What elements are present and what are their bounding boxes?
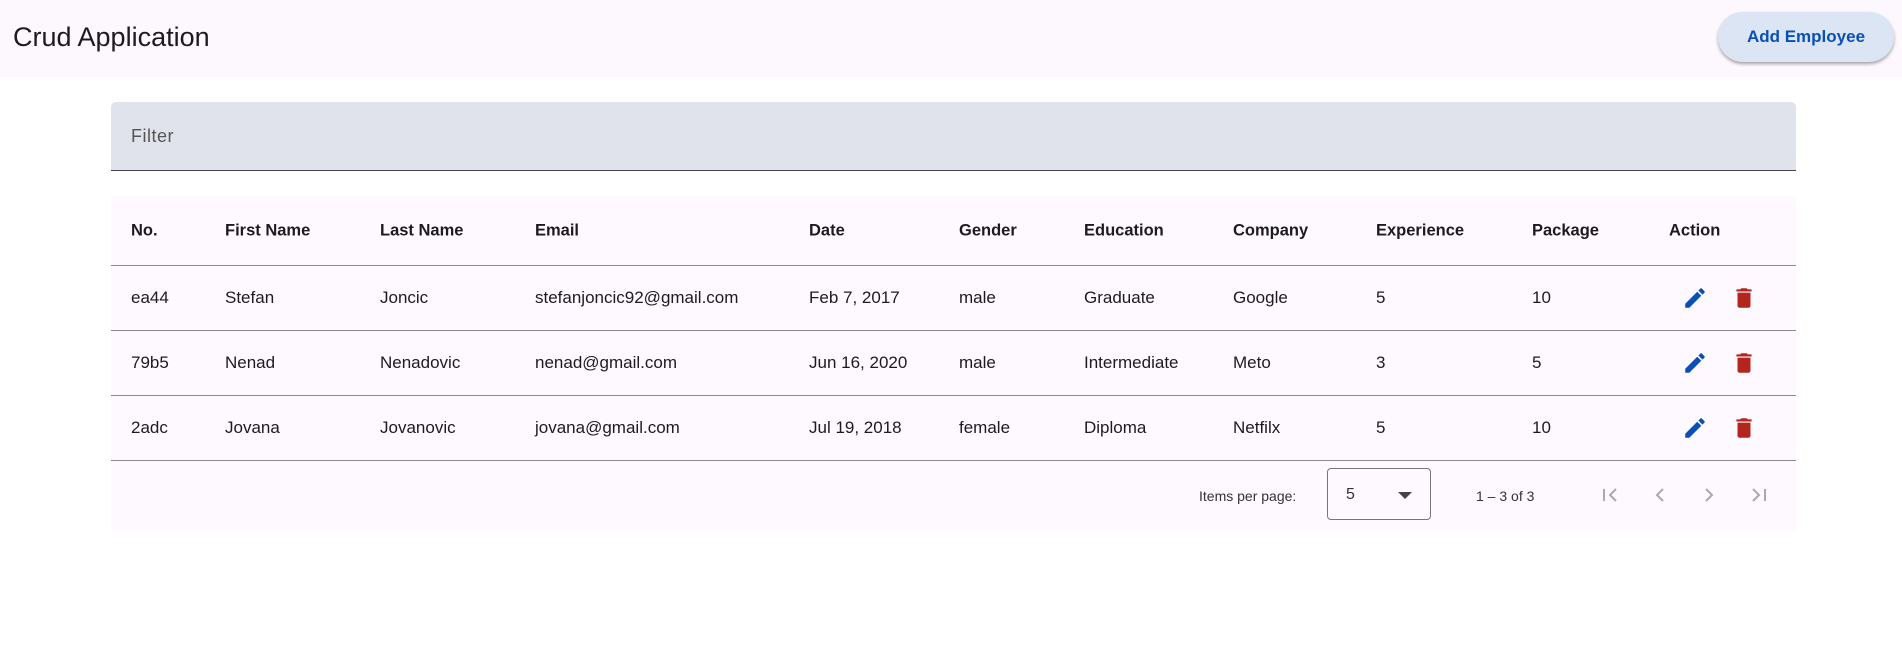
table-cell: male bbox=[959, 353, 996, 372]
table-cell: Jun 16, 2020 bbox=[809, 353, 908, 372]
column-header[interactable]: Education bbox=[1084, 221, 1164, 240]
table-cell: Google bbox=[1233, 288, 1288, 307]
table-cell: 10 bbox=[1532, 288, 1551, 307]
table-cell: 5 bbox=[1376, 288, 1386, 307]
column-header[interactable]: Last Name bbox=[380, 221, 463, 240]
table-cell: 3 bbox=[1376, 353, 1386, 372]
employee-table: Items per page: 5 1 – 3 of 3 No. First Na… bbox=[111, 196, 1796, 531]
table-cell: Nenad bbox=[225, 353, 276, 372]
table-cell: Meto bbox=[1233, 353, 1271, 372]
edit-icon[interactable] bbox=[1682, 285, 1708, 311]
table-cell: Graduate bbox=[1084, 288, 1155, 307]
column-header[interactable]: Company bbox=[1233, 221, 1308, 240]
table-cell: Jovanovic bbox=[380, 418, 456, 437]
last-page-icon[interactable] bbox=[1747, 483, 1771, 507]
table-cell: Jovana bbox=[225, 418, 280, 437]
column-header[interactable]: No. bbox=[131, 221, 158, 240]
page-size-value: 5 bbox=[1346, 486, 1355, 503]
table-cell: Jul 19, 2018 bbox=[809, 418, 902, 437]
table-row: 79b5 Nenad Nenadovic nenad@gmail.com Jun 16,… bbox=[111, 331, 1796, 396]
table-row: ea44 Stefan Joncic stefanjoncic92@gmail.com… bbox=[111, 266, 1796, 331]
table-cell: Diploma bbox=[1084, 418, 1147, 437]
edit-icon[interactable] bbox=[1682, 415, 1708, 441]
first-page-icon[interactable] bbox=[1598, 483, 1622, 507]
table-cell: Nenadovic bbox=[380, 353, 461, 372]
table-cell: male bbox=[959, 288, 996, 307]
table-cell: 2adc bbox=[131, 418, 168, 437]
filter-label: Filter bbox=[131, 126, 174, 146]
page-size-select[interactable]: 5 bbox=[1327, 468, 1431, 520]
table-cell: nenad@gmail.com bbox=[535, 353, 677, 372]
table-cell: jovana@gmail.com bbox=[535, 418, 680, 437]
app-title: Crud Application bbox=[13, 22, 210, 52]
items-per-page-label: Items per page: bbox=[1199, 488, 1297, 504]
delete-icon[interactable] bbox=[1731, 415, 1757, 441]
top-toolbar: Crud Application Add Employee bbox=[0, 0, 1902, 77]
filter-input[interactable]: Filter bbox=[111, 102, 1796, 171]
next-page-icon[interactable] bbox=[1697, 483, 1721, 507]
table-cell: Stefan bbox=[225, 288, 275, 307]
table-cell: Joncic bbox=[380, 288, 429, 307]
column-header[interactable]: Email bbox=[535, 221, 579, 240]
table-cell: Netfilx bbox=[1233, 418, 1281, 437]
delete-icon[interactable] bbox=[1731, 350, 1757, 376]
dropdown-caret-icon bbox=[1398, 492, 1412, 499]
table-cell: 10 bbox=[1532, 418, 1551, 437]
table-cell: 5 bbox=[1532, 353, 1542, 372]
table-cell: 79b5 bbox=[131, 353, 169, 372]
column-header[interactable]: Date bbox=[809, 221, 845, 240]
table-header-row: No. First Name Last Name Email Date Gender Edu… bbox=[111, 196, 1796, 266]
page-range: 1 – 3 of 3 bbox=[1476, 488, 1535, 504]
column-header[interactable]: First Name bbox=[225, 221, 310, 240]
delete-icon[interactable] bbox=[1731, 285, 1757, 311]
table-cell: 5 bbox=[1376, 418, 1386, 437]
column-header[interactable]: Action bbox=[1669, 221, 1720, 240]
column-header[interactable]: Experience bbox=[1376, 221, 1464, 240]
table-cell: female bbox=[959, 418, 1011, 437]
table-cell: Intermediate bbox=[1084, 353, 1179, 372]
column-header[interactable]: Package bbox=[1532, 221, 1599, 240]
prev-page-icon[interactable] bbox=[1648, 483, 1672, 507]
table-cell: stefanjoncic92@gmail.com bbox=[535, 288, 739, 307]
edit-icon[interactable] bbox=[1682, 350, 1708, 376]
table-cell: ea44 bbox=[131, 288, 169, 307]
column-header[interactable]: Gender bbox=[959, 221, 1017, 240]
table-row: 2adc Jovana Jovanovic jovana@gmail.com Jul 1… bbox=[111, 396, 1796, 461]
paginator: Items per page: 5 1 – 3 of 3 bbox=[111, 461, 1796, 531]
add-employee-button[interactable]: Add Employee bbox=[1718, 12, 1894, 62]
table-cell: Feb 7, 2017 bbox=[809, 288, 900, 307]
